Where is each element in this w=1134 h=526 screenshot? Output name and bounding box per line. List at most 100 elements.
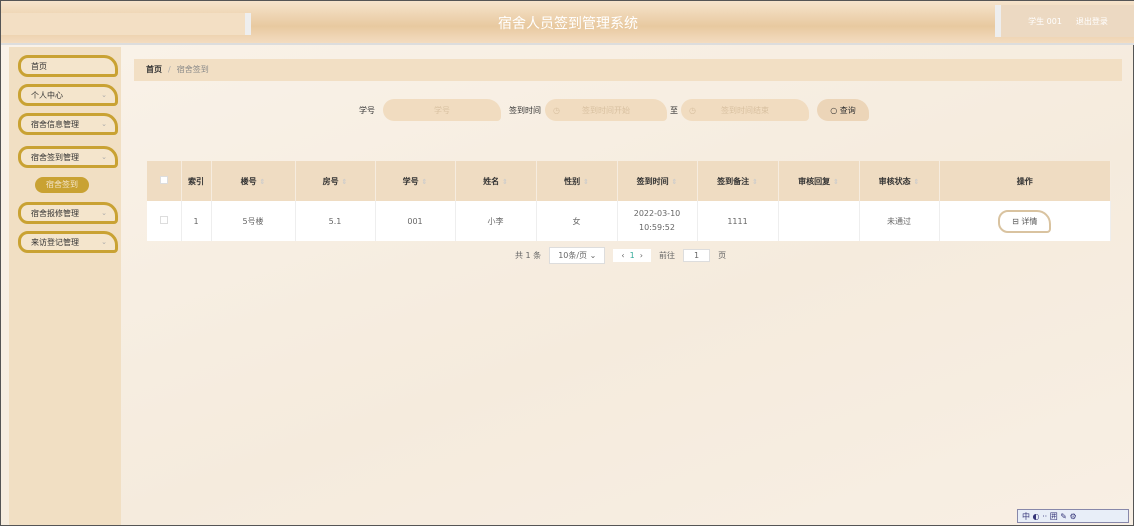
select-all-checkbox[interactable] — [147, 161, 182, 201]
header-label: 学号 — [402, 176, 419, 186]
chevron-down-icon: ⌄ — [101, 91, 107, 99]
sort-icon[interactable]: ⇕ — [833, 178, 839, 186]
signin-time-label: 签到时间 — [509, 105, 541, 115]
end-time-input[interactable]: ◷ 签到时间结束 — [681, 99, 809, 121]
sidebar-subitem-signin[interactable]: 宿舍签到 — [35, 177, 89, 193]
cell-index: 1 — [181, 201, 212, 241]
sort-icon[interactable]: ⇕ — [341, 178, 347, 186]
header-label: 签到时间 — [636, 176, 669, 186]
cell-reply — [778, 201, 860, 241]
signin-table: 索引 楼号 ⇕ 房号 ⇕ 学号 ⇕ 姓名 ⇕ 性别 ⇕ 签到时间 ⇕ 签到备注 … — [147, 161, 1111, 241]
col-index: 索引 — [181, 161, 212, 201]
clock-icon: ◷ — [553, 105, 560, 115]
cell-building: 5号楼 — [211, 201, 296, 241]
total-count: 共 1 条 — [515, 251, 542, 260]
table-header: 索引 楼号 ⇕ 房号 ⇕ 学号 ⇕ 姓名 ⇕ 性别 ⇕ 签到时间 ⇕ 签到备注 … — [147, 161, 1111, 201]
chevron-down-icon: ⌄ — [589, 251, 597, 260]
breadcrumb-current: 宿舍签到 — [176, 65, 209, 74]
search-icon: ○ — [830, 105, 840, 115]
col-signin-time[interactable]: 签到时间 ⇕ — [617, 161, 698, 201]
col-note[interactable]: 签到备注 ⇕ — [697, 161, 779, 201]
col-action: 操作 — [939, 161, 1111, 201]
chevron-down-icon: ⌄ — [101, 209, 107, 217]
col-reply[interactable]: 审核回复 ⇕ — [778, 161, 860, 201]
row-checkbox[interactable] — [147, 201, 182, 241]
sidebar-item-repair-management[interactable]: 宿舍报修管理 ⌄ — [18, 202, 118, 224]
sidebar-item-personal-center[interactable]: 个人中心 ⌄ — [18, 84, 118, 106]
user-name: 学生 001 — [1028, 16, 1062, 26]
to-label: 至 — [670, 105, 678, 115]
header-label: 楼号 — [240, 176, 257, 186]
sidebar: 首页 个人中心 ⌄ 宿舍信息管理 ⌄ 宿舍签到管理 ⌄ 宿舍签到 宿舍报修管理 ⌄ 来访… — [9, 47, 121, 525]
app-title: 宿舍人员签到管理系统 — [498, 16, 638, 32]
placeholder: 签到时间开始 — [582, 105, 630, 115]
student-id-label: 学号 — [359, 105, 375, 115]
menu-label: 来访登记管理 — [31, 237, 79, 247]
header-label: 性别 — [564, 176, 581, 186]
student-id-input[interactable]: 学号 — [383, 99, 501, 121]
user-panel: 学生 001 退出登录 — [995, 5, 1134, 37]
sidebar-item-home[interactable]: 首页 — [18, 55, 118, 77]
sort-icon[interactable]: ⇕ — [583, 178, 589, 186]
sort-icon[interactable]: ⇕ — [671, 178, 677, 186]
sidebar-item-signin-management[interactable]: 宿舍签到管理 ⌄ — [18, 146, 118, 168]
sidebar-item-visitor-management[interactable]: 来访登记管理 ⌄ — [18, 231, 118, 253]
header-label: 审核回复 — [798, 176, 831, 186]
breadcrumb-separator: / — [168, 65, 171, 74]
goto-label: 前往 — [659, 251, 675, 260]
chevron-down-icon: ⌄ — [101, 120, 107, 128]
current-page[interactable]: 1 — [630, 251, 635, 260]
query-button[interactable]: ○ 查询 — [817, 99, 869, 121]
cell-gender: 女 — [536, 201, 618, 241]
page-nav: ‹ 1 › — [613, 249, 651, 262]
cell-status: 未通过 — [859, 201, 940, 241]
button-label: 详情 — [1021, 216, 1038, 226]
button-label: 查询 — [839, 105, 856, 115]
table-row: 1 5号楼 5.1 001 小李 女 2022-03-10 10:59:52 1… — [147, 201, 1111, 241]
cell-name: 小李 — [455, 201, 537, 241]
clock-icon: ◷ — [689, 105, 696, 115]
ime-toolbar[interactable]: 中 ◐ ·· 囲 ✎ ⚙ — [1017, 509, 1129, 523]
sort-icon[interactable]: ⇕ — [913, 178, 919, 186]
col-student-id[interactable]: 学号 ⇕ — [375, 161, 456, 201]
header-label: 房号 — [322, 176, 339, 186]
sort-icon[interactable]: ⇕ — [259, 178, 265, 186]
menu-label: 宿舍签到管理 — [31, 152, 79, 162]
sort-icon[interactable]: ⇕ — [502, 178, 508, 186]
menu-label: 个人中心 — [31, 90, 63, 100]
detail-icon: ⊟ — [1012, 216, 1022, 226]
placeholder: 签到时间结束 — [721, 105, 769, 115]
col-room[interactable]: 房号 ⇕ — [295, 161, 376, 201]
top-header: 宿舍人员签到管理系统 学生 001 退出登录 — [1, 1, 1134, 45]
cell-time: 2022-03-10 10:59:52 — [617, 201, 698, 241]
cell-student-id: 001 — [375, 201, 456, 241]
col-gender[interactable]: 性别 ⇕ — [536, 161, 618, 201]
cell-note: 1111 — [697, 201, 779, 241]
page-size-select[interactable]: 10条/页 ⌄ — [549, 247, 606, 264]
detail-button[interactable]: ⊟ 详情 — [998, 209, 1052, 233]
cell-room: 5.1 — [295, 201, 376, 241]
logout-link[interactable]: 退出登录 — [1076, 16, 1108, 27]
sort-icon[interactable]: ⇕ — [421, 178, 427, 186]
chevron-down-icon: ⌄ — [101, 153, 107, 161]
header-label: 姓名 — [483, 176, 500, 186]
menu-label: 首页 — [31, 61, 47, 71]
sidebar-item-dorm-info[interactable]: 宿舍信息管理 ⌄ — [18, 113, 118, 135]
start-time-input[interactable]: ◷ 签到时间开始 — [545, 99, 667, 121]
sort-icon[interactable]: ⇕ — [752, 178, 758, 186]
placeholder: 学号 — [434, 105, 450, 115]
breadcrumb: 首页 / 宿舍签到 — [134, 59, 1122, 81]
pagination: 共 1 条 10条/页 ⌄ ‹ 1 › 前往 1 页 — [515, 247, 726, 264]
header-label: 签到备注 — [717, 176, 750, 186]
page-suffix: 页 — [718, 251, 727, 260]
goto-page-input[interactable]: 1 — [683, 249, 711, 262]
col-building[interactable]: 楼号 ⇕ — [211, 161, 296, 201]
prev-page-icon[interactable]: ‹ — [621, 251, 624, 260]
next-page-icon[interactable]: › — [640, 251, 643, 260]
col-name[interactable]: 姓名 ⇕ — [455, 161, 537, 201]
breadcrumb-home[interactable]: 首页 — [146, 65, 162, 74]
chevron-down-icon: ⌄ — [101, 238, 107, 246]
col-status[interactable]: 审核状态 ⇕ — [859, 161, 940, 201]
ime-icons[interactable]: 中 ◐ ·· 囲 ✎ ⚙ — [1022, 511, 1077, 522]
header-label: 审核状态 — [878, 176, 911, 186]
